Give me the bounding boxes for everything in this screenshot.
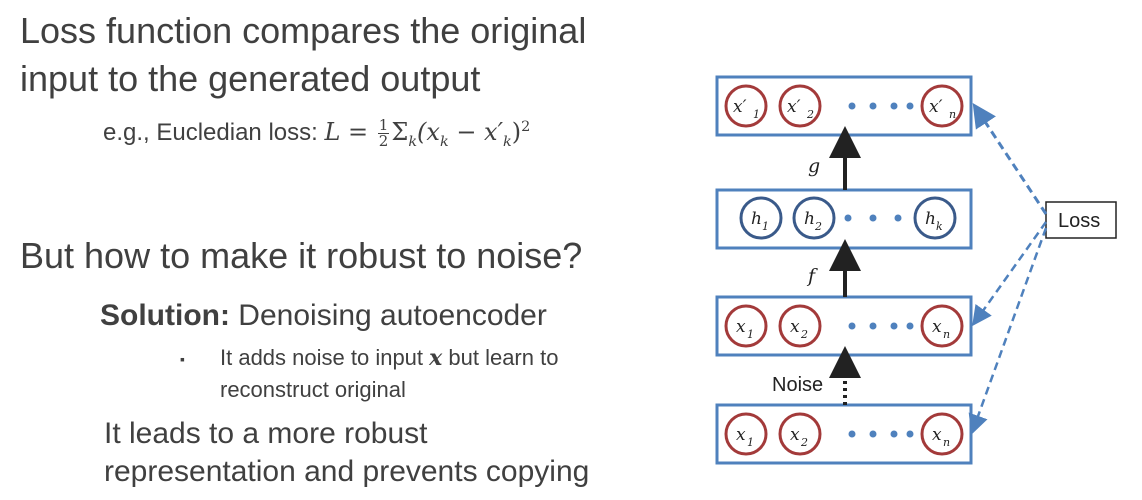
hidden-node-2: h 2 — [792, 196, 836, 240]
noisy-input-node-2: x 2 — [778, 304, 822, 348]
svg-text:h: h — [804, 209, 815, 229]
noisy-input-node-n: x n — [920, 304, 964, 348]
decoder-label: g — [808, 155, 820, 177]
input-node-1: x 1 — [724, 412, 768, 456]
loss-label: Loss — [1058, 210, 1100, 232]
hidden-node-1: h 1 — [739, 196, 783, 240]
noisy-input-node-1: x 1 — [724, 304, 768, 348]
loss-to-output-arrow — [972, 102, 1048, 215]
svg-text:x′: x′ — [787, 97, 801, 117]
svg-text:2: 2 — [814, 220, 822, 233]
svg-text:2: 2 — [806, 108, 814, 121]
svg-text:x: x — [790, 317, 800, 337]
svg-text:2: 2 — [800, 328, 808, 341]
svg-text:h: h — [751, 209, 762, 229]
svg-text:x′: x′ — [929, 97, 943, 117]
input-node-2: x 2 — [778, 412, 822, 456]
loss-to-input-arrow — [968, 227, 1048, 435]
output-node-2: x′ 2 — [778, 84, 822, 128]
svg-text:x: x — [736, 425, 746, 445]
svg-text:x′: x′ — [733, 97, 747, 117]
svg-text:n: n — [949, 108, 956, 121]
loss-to-noisy-input-arrow — [972, 221, 1048, 327]
svg-text:2: 2 — [800, 436, 808, 449]
svg-text:x: x — [932, 425, 942, 445]
svg-text:x: x — [932, 317, 942, 337]
svg-text:1: 1 — [753, 108, 760, 121]
svg-text:x: x — [790, 425, 800, 445]
svg-text:n: n — [943, 436, 950, 449]
input-node-n: x n — [920, 412, 964, 456]
output-node-1: x′ 1 — [724, 84, 768, 128]
svg-text:k: k — [936, 220, 943, 233]
output-node-n: x′ n — [920, 84, 964, 128]
svg-text:x: x — [736, 317, 746, 337]
svg-text:h: h — [925, 209, 936, 229]
svg-text:n: n — [943, 328, 950, 341]
svg-text:1: 1 — [762, 220, 769, 233]
svg-text:1: 1 — [747, 328, 754, 341]
denoising-autoencoder-diagram: x′ 1 x′ 2 x′ n h 1 h 2 h k x 1 x 2 x n x… — [715, 75, 1117, 465]
hidden-node-k: h k — [913, 196, 957, 240]
encoder-label: f — [806, 265, 818, 287]
svg-text:1: 1 — [747, 436, 754, 449]
noise-label: Noise — [772, 374, 823, 396]
